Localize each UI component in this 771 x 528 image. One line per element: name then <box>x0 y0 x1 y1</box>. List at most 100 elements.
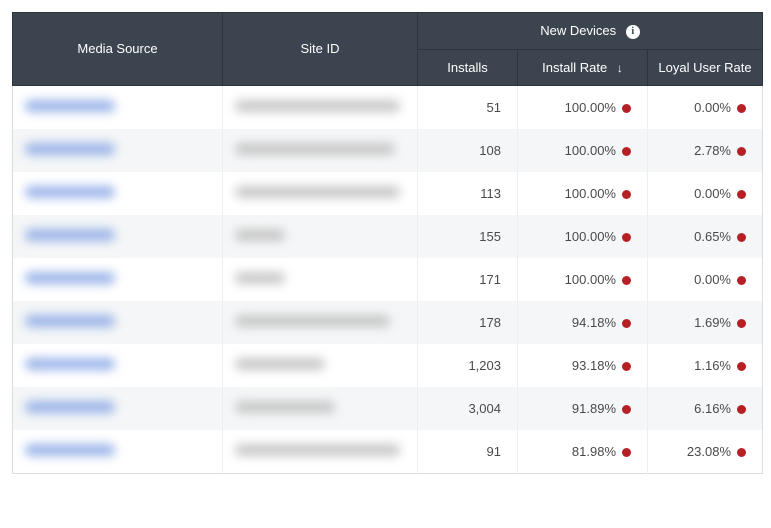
cell-install-rate: 93.18% <box>518 344 648 387</box>
table-row: 155 100.00% 0.65% <box>13 215 763 258</box>
cell-media-source[interactable] <box>13 172 223 215</box>
cell-site-id <box>223 258 418 301</box>
redacted-text <box>235 100 400 112</box>
header-label: Install Rate <box>542 60 607 75</box>
status-dot-icon <box>622 448 631 457</box>
install-rate-value: 94.18% <box>572 315 616 330</box>
header-install-rate[interactable]: Install Rate ↓ <box>518 49 648 85</box>
cell-media-source[interactable] <box>13 301 223 344</box>
cell-loyal-user-rate: 2.78% <box>648 129 763 172</box>
status-dot-icon <box>737 319 746 328</box>
status-dot-icon <box>737 448 746 457</box>
install-rate-value: 100.00% <box>565 186 616 201</box>
install-rate-value: 91.89% <box>572 401 616 416</box>
status-dot-icon <box>622 319 631 328</box>
cell-install-rate: 100.00% <box>518 85 648 129</box>
status-dot-icon <box>737 190 746 199</box>
redacted-text <box>235 186 400 198</box>
redacted-text <box>235 358 325 370</box>
status-dot-icon <box>737 233 746 242</box>
cell-site-id <box>223 215 418 258</box>
redacted-text <box>25 315 115 327</box>
installs-value: 91 <box>487 444 501 459</box>
cell-loyal-user-rate: 1.16% <box>648 344 763 387</box>
status-dot-icon <box>622 405 631 414</box>
redacted-text <box>25 143 115 155</box>
header-loyal-user-rate[interactable]: Loyal User Rate <box>648 49 763 85</box>
cell-site-id <box>223 172 418 215</box>
cell-loyal-user-rate: 0.00% <box>648 172 763 215</box>
loyal-user-rate-value: 0.00% <box>694 272 731 287</box>
cell-loyal-user-rate: 0.65% <box>648 215 763 258</box>
cell-media-source[interactable] <box>13 85 223 129</box>
redacted-text <box>25 229 115 241</box>
header-label: Loyal User Rate <box>658 60 751 75</box>
header-media-source[interactable]: Media Source <box>13 13 223 86</box>
cell-site-id <box>223 129 418 172</box>
cell-installs: 113 <box>418 172 518 215</box>
loyal-user-rate-value: 1.16% <box>694 358 731 373</box>
header-new-devices-group: New Devices i <box>418 13 763 50</box>
cell-loyal-user-rate: 1.69% <box>648 301 763 344</box>
loyal-user-rate-value: 1.69% <box>694 315 731 330</box>
cell-loyal-user-rate: 0.00% <box>648 258 763 301</box>
cell-media-source[interactable] <box>13 430 223 474</box>
table-row: 171100.00%0.00% <box>13 258 763 301</box>
cell-site-id <box>223 430 418 474</box>
status-dot-icon <box>737 405 746 414</box>
cell-site-id <box>223 344 418 387</box>
cell-install-rate: 100.00% <box>518 129 648 172</box>
table-row: 108100.00%2.78% <box>13 129 763 172</box>
redacted-text <box>235 315 390 327</box>
installs-value: 155 <box>479 229 501 244</box>
cell-loyal-user-rate: 0.00% <box>648 85 763 129</box>
installs-value: 51 <box>487 100 501 115</box>
header-site-id[interactable]: Site ID <box>223 13 418 86</box>
install-rate-value: 81.98% <box>572 444 616 459</box>
redacted-text <box>25 100 115 112</box>
status-dot-icon <box>622 190 631 199</box>
status-dot-icon <box>622 233 631 242</box>
cell-installs: 155 <box>418 215 518 258</box>
table-row: 1,20393.18%1.16% <box>13 344 763 387</box>
devices-table: Media Source Site ID New Devices i Insta… <box>12 12 763 474</box>
loyal-user-rate-value: 0.65% <box>694 229 731 244</box>
cell-site-id <box>223 387 418 430</box>
cell-media-source[interactable] <box>13 258 223 301</box>
status-dot-icon <box>622 362 631 371</box>
cell-site-id <box>223 301 418 344</box>
loyal-user-rate-value: 0.00% <box>694 100 731 115</box>
table-row: 3,004 91.89% 6.16% <box>13 387 763 430</box>
loyal-user-rate-value: 6.16% <box>694 401 731 416</box>
cell-install-rate: 100.00% <box>518 215 648 258</box>
status-dot-icon <box>737 362 746 371</box>
header-label: Installs <box>447 60 487 75</box>
status-dot-icon <box>737 276 746 285</box>
installs-value: 3,004 <box>468 401 501 416</box>
cell-media-source[interactable] <box>13 215 223 258</box>
redacted-text <box>235 401 335 413</box>
header-installs[interactable]: Installs <box>418 49 518 85</box>
cell-loyal-user-rate: 23.08% <box>648 430 763 474</box>
loyal-user-rate-value: 2.78% <box>694 143 731 158</box>
cell-media-source[interactable] <box>13 344 223 387</box>
install-rate-value: 100.00% <box>565 229 616 244</box>
cell-installs: 178 <box>418 301 518 344</box>
cell-media-source[interactable] <box>13 129 223 172</box>
header-label: Site ID <box>300 41 339 56</box>
redacted-text <box>25 444 115 456</box>
table-row: 113 100.00% 0.00% <box>13 172 763 215</box>
installs-value: 113 <box>480 186 501 201</box>
cell-installs: 171 <box>418 258 518 301</box>
cell-install-rate: 81.98% <box>518 430 648 474</box>
install-rate-value: 100.00% <box>565 143 616 158</box>
cell-install-rate: 91.89% <box>518 387 648 430</box>
table-row: 91 81.98% 23.08% <box>13 430 763 474</box>
info-icon[interactable]: i <box>626 25 640 39</box>
status-dot-icon <box>622 147 631 156</box>
redacted-text <box>25 186 115 198</box>
cell-media-source[interactable] <box>13 387 223 430</box>
status-dot-icon <box>737 104 746 113</box>
cell-installs: 91 <box>418 430 518 474</box>
redacted-text <box>235 143 395 155</box>
